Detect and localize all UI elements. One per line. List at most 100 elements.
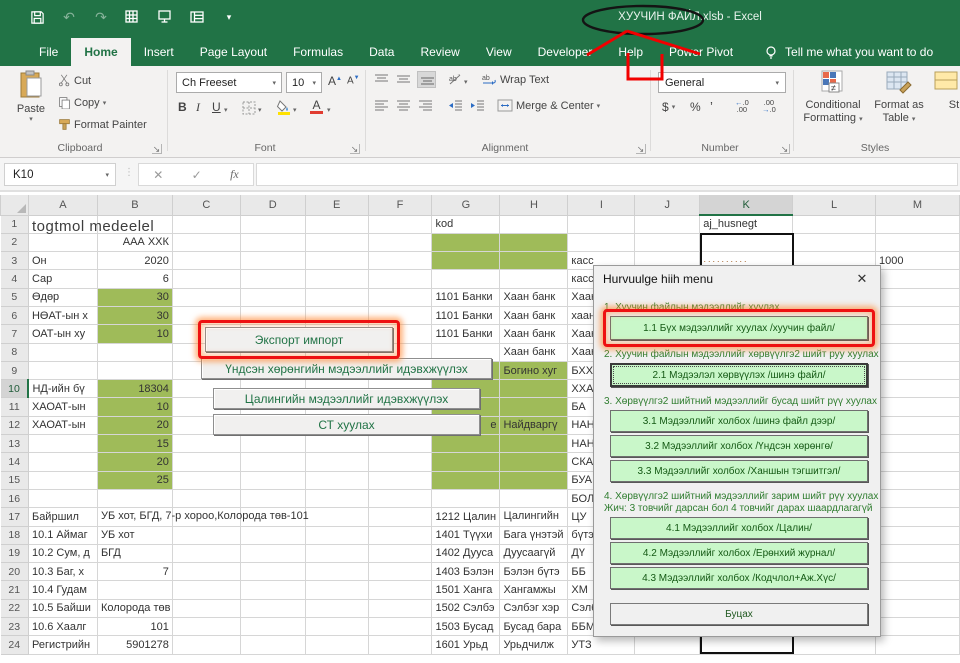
cell-h11[interactable] [500,398,568,416]
row-header-20[interactable]: 20 [1,563,29,581]
borders-button[interactable] [242,101,256,118]
cell-g4[interactable] [432,270,500,288]
cell-c24[interactable] [172,636,240,654]
col-header-c[interactable]: C [172,195,240,215]
cell-h6[interactable]: Хаан банк [500,306,568,324]
cell-k1[interactable]: aj_husnegt [700,215,793,233]
name-box[interactable]: K10▾ [4,163,116,186]
increase-indent-button[interactable] [470,99,485,115]
copy-button[interactable]: Copy ▾ [58,96,106,109]
cell-e18[interactable] [305,526,368,544]
cell-g5[interactable]: 1101 Банки [432,288,500,306]
cell-f5[interactable] [368,288,432,306]
row-header-6[interactable]: 6 [1,306,29,324]
row-header-11[interactable]: 11 [1,398,29,416]
cell-f17[interactable] [368,508,432,526]
activate-fixed-assets-button[interactable]: Үндсэн хөрөнгийн мэдээллийг идэвхжүүлэх [201,358,492,379]
cell-a23[interactable]: 10.6 Хаалг [28,618,97,636]
cell-d15[interactable] [240,471,305,489]
cell-e2[interactable] [305,233,368,251]
cell-b23[interactable]: 101 [97,618,172,636]
cell-b17[interactable]: УБ хот, БГД, 7-р хороо,Колорода төв-101 [97,508,172,526]
cell-c13[interactable] [172,435,240,453]
insert-function-icon[interactable]: fx [230,167,239,182]
cell-b3[interactable]: 2020 [97,252,172,270]
cell-f20[interactable] [368,563,432,581]
cell-a5[interactable]: Өдөр [28,288,97,306]
paste-button[interactable]: Paste ▾ [8,70,54,123]
cell-f16[interactable] [368,489,432,507]
cell-f18[interactable] [368,526,432,544]
cell-d19[interactable] [240,544,305,562]
cell-m18[interactable] [876,526,960,544]
grid-tool-icon[interactable] [124,8,142,26]
cell-g1[interactable]: kod [432,215,500,233]
cell-m5[interactable] [876,288,960,306]
row-header-8[interactable]: 8 [1,343,29,361]
cell-g23[interactable]: 1503 Бусад [432,618,500,636]
conditional-formatting-button[interactable]: ≠ ConditionalFormatting ▾ [802,70,864,126]
cell-m11[interactable] [876,398,960,416]
row-header-16[interactable]: 16 [1,489,29,507]
dialog-back-button[interactable]: Буцах [610,603,868,625]
properties-icon[interactable] [188,8,206,26]
cell-f3[interactable] [368,252,432,270]
col-header-j[interactable]: J [635,195,700,215]
cell-d3[interactable] [240,252,305,270]
cell-h24[interactable]: Урьдчилж [500,636,568,654]
row-header-2[interactable]: 2 [1,233,29,251]
row-header-19[interactable]: 19 [1,544,29,562]
cell-e15[interactable] [305,471,368,489]
cell-f6[interactable] [368,306,432,324]
cell-k24[interactable] [700,636,793,654]
format-as-table-button[interactable]: Format asTable ▾ [872,70,926,126]
cell-i24[interactable]: УТЗ [568,636,635,654]
cell-a17[interactable]: Байршил [28,508,97,526]
cell-g7[interactable]: 1101 Банки [432,325,500,343]
cell-a4[interactable]: Сар [28,270,97,288]
cell-c5[interactable] [172,288,240,306]
number-format-select[interactable]: General▾ [658,72,786,93]
cell-e16[interactable] [305,489,368,507]
cell-h18[interactable]: Бага үнэтэй [500,526,568,544]
cell-g2[interactable] [432,233,500,251]
accounting-format-button[interactable]: $▾ [662,100,675,114]
dialog-button-4-3[interactable]: 4.3 Мэдээллийг холбох /Кодчлол+Аж.Хүс/ [610,567,868,589]
cell-c15[interactable] [172,471,240,489]
fill-color-button[interactable] [276,99,292,118]
col-header-d[interactable]: D [240,195,305,215]
cell-d24[interactable] [240,636,305,654]
grow-font-button[interactable]: A▲ [328,74,342,88]
borders-dropdown-icon[interactable]: ▾ [258,106,262,114]
cell-f2[interactable] [368,233,432,251]
bold-button[interactable]: B [178,100,187,114]
cell-b20[interactable]: 7 [97,563,172,581]
cell-m19[interactable] [876,544,960,562]
cell-c16[interactable] [172,489,240,507]
cell-a20[interactable]: 10.3 Баг, х [28,563,97,581]
row-header-22[interactable]: 22 [1,599,29,617]
cell-h12[interactable]: Найдваргү [500,416,568,434]
cell-b16[interactable] [97,489,172,507]
cell-c18[interactable] [172,526,240,544]
cell-f19[interactable] [368,544,432,562]
undo-icon[interactable]: ↶ [60,8,78,26]
cell-d20[interactable] [240,563,305,581]
tab-review[interactable]: Review [407,38,472,66]
align-right-button[interactable] [418,99,433,115]
tab-file[interactable]: File [26,38,71,66]
cell-h22[interactable]: Сэлбэг хэр [500,599,568,617]
cell-c1[interactable] [172,215,240,233]
cell-m20[interactable] [876,563,960,581]
cell-h21[interactable]: Хангамжы [500,581,568,599]
cell-a21[interactable]: 10.4 Гудам [28,581,97,599]
col-header-g[interactable]: G [432,195,500,215]
qat-dropdown-icon[interactable]: ▾ [220,8,238,26]
italic-button[interactable]: I [196,100,200,115]
row-header-24[interactable]: 24 [1,636,29,654]
cell-e23[interactable] [305,618,368,636]
cell-g3[interactable] [432,252,500,270]
comma-style-button[interactable]: ’ [710,99,713,114]
row-header-3[interactable]: 3 [1,252,29,270]
row-header-15[interactable]: 15 [1,471,29,489]
